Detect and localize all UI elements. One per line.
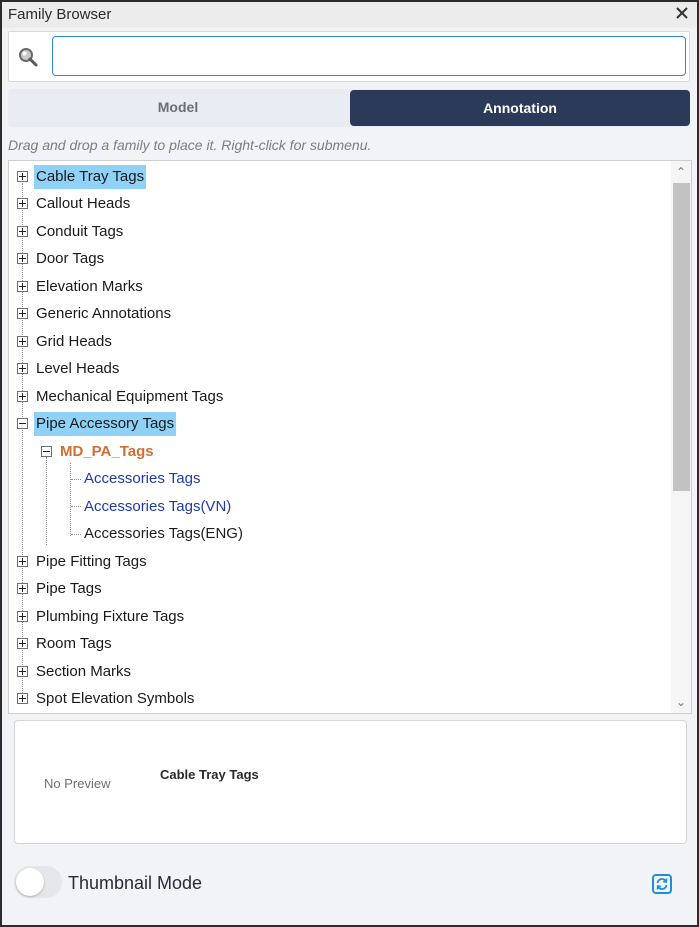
tree-item-label[interactable]: Callout Heads <box>34 192 132 216</box>
tree-item-label[interactable]: Room Tags <box>34 632 114 656</box>
tree-row[interactable]: Plumbing Fixture Tags <box>9 605 669 629</box>
tree-item-label[interactable]: Mechanical Equipment Tags <box>34 385 225 409</box>
tree-row[interactable]: Conduit Tags <box>9 220 669 244</box>
tree-row[interactable]: Pipe Tags <box>9 577 669 601</box>
window-title: Family Browser <box>8 6 112 23</box>
expand-icon[interactable] <box>17 363 28 374</box>
tree-row[interactable]: Mechanical Equipment Tags <box>9 385 669 409</box>
tree-item-label[interactable]: Pipe Fitting Tags <box>34 550 149 574</box>
preview-family-name: Cable Tray Tags <box>160 767 259 782</box>
tree-content: Cable Tray Tags Callout Heads Conduit Ta… <box>9 161 671 713</box>
expand-icon[interactable] <box>17 638 28 649</box>
refresh-icon[interactable] <box>651 873 673 895</box>
expand-icon[interactable] <box>17 281 28 292</box>
tree-item-label[interactable]: Section Marks <box>34 660 133 684</box>
collapse-icon[interactable] <box>41 446 52 457</box>
family-row[interactable]: Accessories Tags(ENG) <box>9 522 669 546</box>
tree-row[interactable]: Callout Heads <box>9 192 669 216</box>
expand-icon[interactable] <box>17 583 28 594</box>
tab-model[interactable]: Model <box>8 89 348 125</box>
tree-row[interactable]: Spot Elevation Symbols <box>9 687 669 711</box>
close-icon[interactable] <box>673 4 691 22</box>
family-label[interactable]: Accessories Tags <box>82 467 202 491</box>
family-row[interactable]: Accessories Tags <box>9 467 669 491</box>
search-panel <box>8 31 690 82</box>
expand-icon[interactable] <box>17 226 28 237</box>
family-tree: Cable Tray Tags Callout Heads Conduit Ta… <box>8 160 692 714</box>
tree-item-label[interactable]: Grid Heads <box>34 330 114 354</box>
toggle-knob <box>16 868 44 896</box>
tree-row[interactable]: Room Tags <box>9 632 669 656</box>
tree-scrollbar[interactable]: ⌃ ⌄ <box>671 161 691 713</box>
scrollbar-thumb[interactable] <box>673 183 690 491</box>
drag-hint-text: Drag and drop a family to place it. Righ… <box>8 137 372 153</box>
tree-subgroup-row[interactable]: MD_PA_Tags <box>9 440 669 464</box>
title-bar: Family Browser <box>2 2 697 28</box>
tree-item-label[interactable]: Conduit Tags <box>34 220 125 244</box>
preview-panel: No Preview Cable Tray Tags <box>14 720 687 844</box>
expand-icon[interactable] <box>17 391 28 402</box>
expand-icon[interactable] <box>17 253 28 264</box>
expand-icon[interactable] <box>17 308 28 319</box>
tab-annotation[interactable]: Annotation <box>350 90 690 126</box>
expand-icon[interactable] <box>17 693 28 704</box>
no-preview-text: No Preview <box>44 776 111 791</box>
tree-row[interactable]: Pipe Fitting Tags <box>9 550 669 574</box>
tree-item-label[interactable]: Plumbing Fixture Tags <box>34 605 186 629</box>
tree-row[interactable]: Pipe Accessory Tags <box>9 412 669 436</box>
tree-row[interactable]: Door Tags <box>9 247 669 271</box>
tree-row[interactable]: Elevation Marks <box>9 275 669 299</box>
family-label[interactable]: Accessories Tags(VN) <box>82 495 233 519</box>
expand-icon[interactable] <box>17 611 28 622</box>
tree-item-label[interactable]: Cable Tray Tags <box>34 165 147 189</box>
collapse-icon[interactable] <box>17 418 28 429</box>
search-input[interactable] <box>52 36 686 76</box>
tree-row[interactable]: Cable Tray Tags <box>9 165 669 189</box>
family-label[interactable]: Accessories Tags(ENG) <box>82 522 245 546</box>
expand-icon[interactable] <box>17 556 28 567</box>
tree-row[interactable]: Generic Annotations <box>9 302 669 326</box>
tree-row[interactable]: Grid Heads <box>9 330 669 354</box>
expand-icon[interactable] <box>17 666 28 677</box>
tree-item-label[interactable]: Pipe Tags <box>34 577 104 601</box>
scroll-down-icon[interactable]: ⌄ <box>674 695 688 709</box>
scroll-up-icon[interactable]: ⌃ <box>674 165 688 179</box>
expand-icon[interactable] <box>17 171 28 182</box>
tree-item-label[interactable]: Generic Annotations <box>34 302 173 326</box>
tree-item-label[interactable]: Pipe Accessory Tags <box>34 412 177 436</box>
search-icon <box>19 48 38 67</box>
subgroup-label[interactable]: MD_PA_Tags <box>58 440 156 464</box>
thumbnail-mode-label: Thumbnail Mode <box>68 873 203 893</box>
category-tabs: Model Annotation <box>8 89 690 127</box>
tree-row[interactable]: Level Heads <box>9 357 669 381</box>
thumbnail-mode-toggle[interactable] <box>14 866 62 898</box>
tree-row[interactable]: Section Marks <box>9 660 669 684</box>
tree-item-label[interactable]: Door Tags <box>34 247 106 271</box>
tree-item-label[interactable]: Elevation Marks <box>34 275 145 299</box>
expand-icon[interactable] <box>17 198 28 209</box>
expand-icon[interactable] <box>17 336 28 347</box>
tree-item-label[interactable]: Level Heads <box>34 357 121 381</box>
tree-item-label[interactable]: Spot Elevation Symbols <box>34 687 196 711</box>
family-row[interactable]: Accessories Tags(VN) <box>9 495 669 519</box>
family-browser-window: Family Browser Model Annotation Drag and… <box>0 0 699 927</box>
